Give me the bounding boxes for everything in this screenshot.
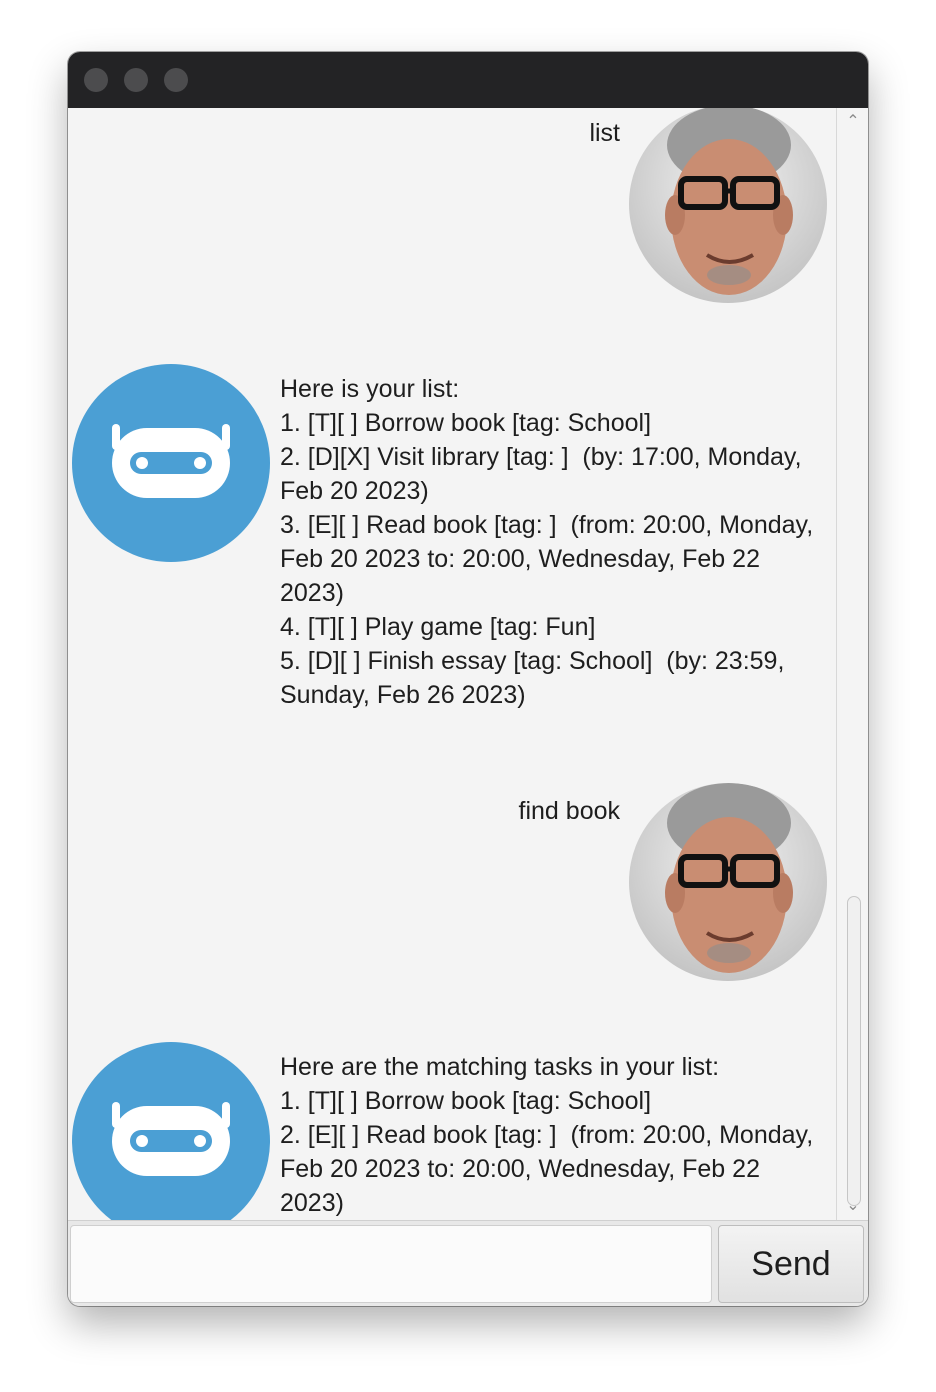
- scroll-down-arrow-icon[interactable]: ⌄: [837, 1194, 868, 1218]
- robot-face-icon: [72, 364, 270, 562]
- robot-face-icon: [72, 1042, 270, 1220]
- scroll-up-arrow-icon[interactable]: ⌃: [837, 110, 868, 134]
- chat-scroll-pane[interactable]: list Here is your list: 1. [T][] Borrow…: [68, 108, 868, 1220]
- bot-message-text: Here are the matching tasks in your list…: [280, 1053, 814, 1217]
- send-button[interactable]: Send: [718, 1225, 864, 1303]
- vertical-scrollbar[interactable]: ⌃ ⌄: [836, 108, 868, 1220]
- user-message-text: find book: [518, 797, 620, 825]
- bot-message-text: Here is your list: 1. [T][ ] Borrow book…: [280, 375, 814, 709]
- scroll-thumb[interactable]: [847, 896, 861, 1206]
- title-bar: [68, 52, 868, 108]
- user-photo-avatar: [629, 108, 827, 303]
- message-input[interactable]: [70, 1225, 712, 1303]
- scroll-track[interactable]: [843, 136, 861, 1206]
- user-message-text: list: [589, 119, 620, 147]
- maximize-window-button[interactable]: [164, 68, 188, 92]
- close-window-button[interactable]: [84, 68, 108, 92]
- app-window: list Here is your list: 1. [T][] Borrow…: [68, 52, 868, 1306]
- minimize-window-button[interactable]: [124, 68, 148, 92]
- input-bar: Send: [68, 1220, 868, 1306]
- user-photo-avatar: [629, 783, 827, 981]
